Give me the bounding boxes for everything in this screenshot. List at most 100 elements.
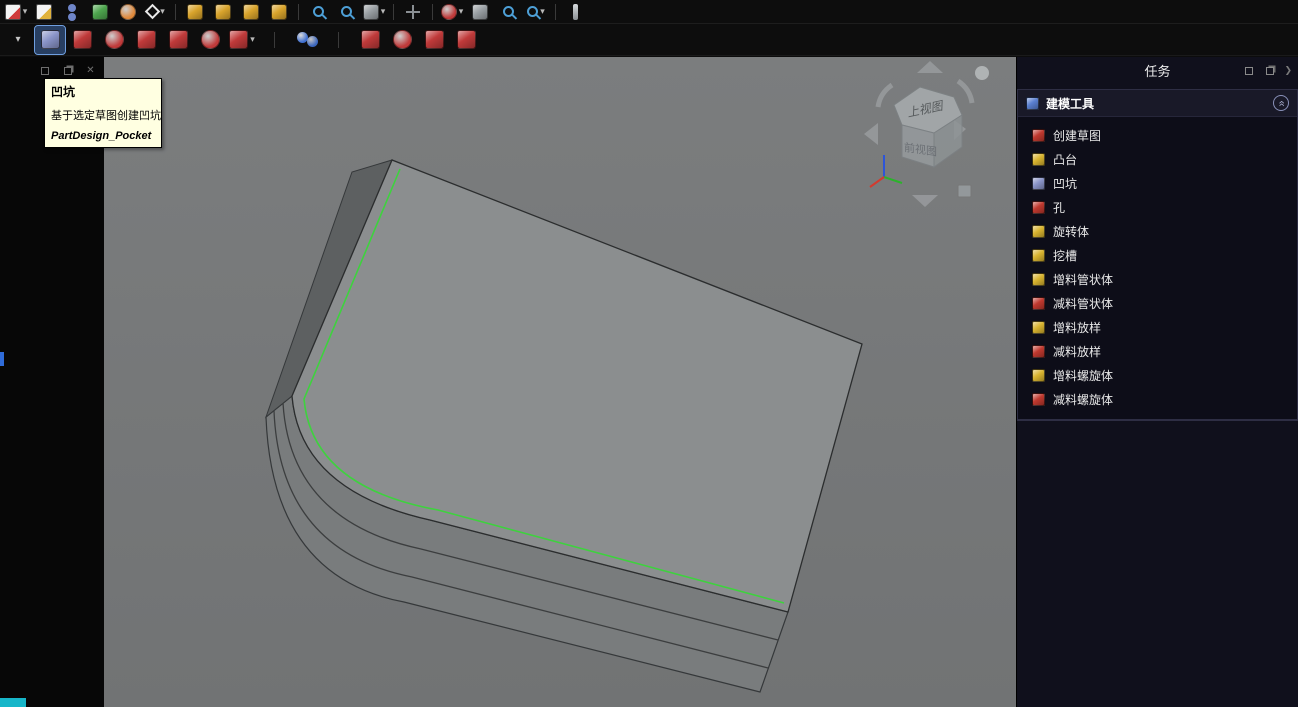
zoom-options-icon[interactable] xyxy=(523,1,549,23)
box-tool-2-icon[interactable] xyxy=(210,1,236,23)
hole-tool-icon[interactable] xyxy=(67,26,97,54)
toolbar-icon xyxy=(441,4,457,20)
task-item-additive-pipe[interactable]: 增料管状体 xyxy=(1018,267,1297,291)
figure-icon[interactable] xyxy=(59,1,85,23)
subtractive-more-icon[interactable] xyxy=(227,26,257,54)
toolbar-icon xyxy=(41,30,60,49)
chevron-right-icon[interactable]: ❯ xyxy=(1284,65,1292,76)
revolution-icon xyxy=(1032,225,1045,238)
task-item-additive-helix[interactable]: 增料螺旋体 xyxy=(1018,363,1297,387)
tooltip-command: PartDesign_Pocket xyxy=(51,130,155,142)
zoom-small-icon[interactable] xyxy=(495,1,521,23)
boolean-spheres-icon[interactable] xyxy=(291,26,321,54)
stamp-icon[interactable] xyxy=(87,1,113,23)
modeling-tools-title: 建模工具 xyxy=(1046,95,1266,112)
toolbar-icon xyxy=(137,30,156,49)
nav-arrow-left-icon xyxy=(864,123,878,145)
task-panel-window-controls: ❯ xyxy=(1242,64,1292,77)
task-item-hole[interactable]: 孔 xyxy=(1018,195,1297,219)
toolbar-icon xyxy=(338,32,339,48)
task-item-label: 旋转体 xyxy=(1053,223,1089,240)
axis-indicator xyxy=(870,155,902,187)
hole-icon xyxy=(1032,201,1045,214)
nav-dot-icon xyxy=(975,66,989,80)
mascot-icon[interactable] xyxy=(115,1,141,23)
task-item-label: 增料管状体 xyxy=(1053,271,1113,288)
view-cube-icon[interactable] xyxy=(361,1,387,23)
mdi-window-controls: ✕ xyxy=(38,64,97,77)
open-document-icon[interactable] xyxy=(31,1,57,23)
new-document-icon[interactable] xyxy=(3,1,29,23)
box-tool-3-icon[interactable] xyxy=(238,1,264,23)
task-item-label: 增料放样 xyxy=(1053,319,1101,336)
separator xyxy=(323,26,353,54)
toolbar-icon xyxy=(503,6,514,17)
toolbar-icon xyxy=(405,4,421,20)
task-item-subtractive-helix[interactable]: 减料螺旋体 xyxy=(1018,387,1297,411)
screwdriver-icon[interactable] xyxy=(562,1,588,23)
task-item-pocket[interactable]: 凹坑 xyxy=(1018,171,1297,195)
axis-cross-icon[interactable] xyxy=(400,1,426,23)
3d-viewport[interactable]: 上视图 前视图 xyxy=(104,57,1016,707)
draft-tool-icon[interactable] xyxy=(387,26,417,54)
toolbar-icon xyxy=(229,30,248,49)
clipping-sphere-icon[interactable] xyxy=(439,1,465,23)
box-tool-1-icon[interactable] xyxy=(182,1,208,23)
separator xyxy=(294,1,303,23)
task-item-label: 凹坑 xyxy=(1053,175,1077,192)
main-area: ✕ xyxy=(0,57,1298,707)
toolbar-overflow-caret[interactable] xyxy=(3,26,33,54)
thickness-tool-icon[interactable] xyxy=(355,26,385,54)
task-item-label: 减料管状体 xyxy=(1053,295,1113,312)
groove-tool-icon[interactable] xyxy=(99,26,129,54)
modeling-tools-icon xyxy=(1026,97,1039,110)
restore-icon[interactable] xyxy=(1263,64,1276,77)
pocket-tool-icon[interactable] xyxy=(35,26,65,54)
task-item-subtractive-pipe[interactable]: 减料管状体 xyxy=(1018,291,1297,315)
nav-rotate-right-icon xyxy=(958,81,972,103)
navigation-cube[interactable]: 上视图 前视图 xyxy=(862,59,994,209)
task-panel-title: 任务 xyxy=(1144,61,1170,80)
selection-filter-icon[interactable] xyxy=(143,1,169,23)
freecad-window: ✕ xyxy=(0,0,1298,707)
task-item-groove[interactable]: 挖槽 xyxy=(1018,243,1297,267)
zoom-in-icon[interactable] xyxy=(333,1,359,23)
task-item-additive-loft[interactable]: 增料放样 xyxy=(1018,315,1297,339)
toolbar-icon xyxy=(73,30,92,49)
collapse-section-icon[interactable] xyxy=(1273,95,1289,111)
fillet-tool-icon[interactable] xyxy=(419,26,449,54)
task-item-create-sketch[interactable]: 创建草图 xyxy=(1018,123,1297,147)
restore-icon[interactable] xyxy=(61,64,74,77)
modeling-tools-header[interactable]: 建模工具 xyxy=(1018,90,1297,117)
separator xyxy=(428,1,437,23)
subtractive-pipe-icon[interactable] xyxy=(131,26,161,54)
toolbar-icon xyxy=(215,4,231,20)
subtractive-helix-icon[interactable] xyxy=(195,26,225,54)
toolbar-icon xyxy=(393,30,412,49)
subtractive-helix-icon xyxy=(1032,393,1045,406)
task-item-label: 创建草图 xyxy=(1053,127,1101,144)
model-tree-panel: ✕ xyxy=(0,57,104,707)
task-item-subtractive-loft[interactable]: 减料放样 xyxy=(1018,339,1297,363)
bounding-cube-icon[interactable] xyxy=(467,1,493,23)
task-item-pad[interactable]: 凸台 xyxy=(1018,147,1297,171)
box-tool-4-icon[interactable] xyxy=(266,1,292,23)
subtractive-loft-icon xyxy=(1032,345,1045,358)
chamfer-tool-icon[interactable] xyxy=(451,26,481,54)
subtractive-loft-icon[interactable] xyxy=(163,26,193,54)
toolbar-icon xyxy=(425,30,444,49)
toolbar-icon xyxy=(243,4,259,20)
task-item-revolution[interactable]: 旋转体 xyxy=(1018,219,1297,243)
tooltip: 凹坑 基于选定草图创建凹坑 PartDesign_Pocket xyxy=(44,78,162,148)
pad-icon xyxy=(1032,153,1045,166)
float-icon[interactable] xyxy=(1242,64,1255,77)
toolbar-icon xyxy=(457,30,476,49)
zoom-icon[interactable] xyxy=(305,1,331,23)
toolbar-icon xyxy=(527,6,538,17)
close-icon[interactable]: ✕ xyxy=(84,64,97,77)
groove-icon xyxy=(1032,249,1045,262)
toolbar-icon xyxy=(68,4,76,12)
toolbar-icon xyxy=(120,4,136,20)
tooltip-title: 凹坑 xyxy=(51,83,155,100)
minimize-icon[interactable] xyxy=(38,64,51,77)
